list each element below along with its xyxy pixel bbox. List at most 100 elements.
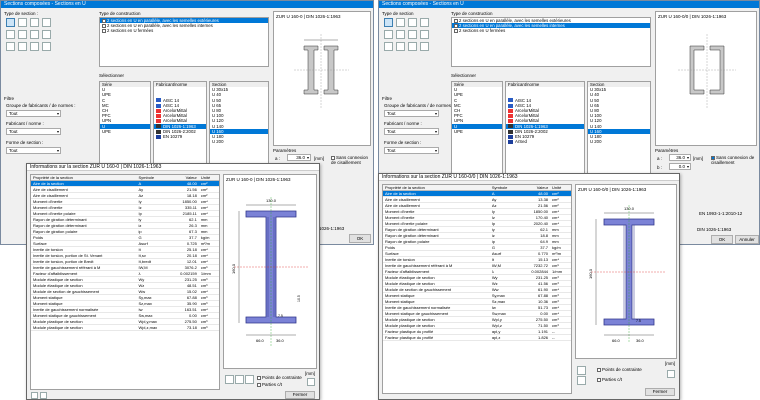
manufacturer-item[interactable]: EN 10279	[154, 134, 206, 139]
axis-tool[interactable]	[245, 375, 254, 384]
params-label: Paramètres	[273, 148, 297, 153]
hollow-tool[interactable]	[420, 42, 429, 51]
left-info-title: Informations sur la section ZUR U 160-0 …	[27, 164, 319, 171]
dim-left: 66.0	[612, 338, 621, 343]
serie-item[interactable]: UPE	[452, 129, 502, 134]
manufacturer-list[interactable]: Fabricant/norme AISC 14 AISC 14 ArcelorM…	[153, 81, 207, 171]
right-info-dialog: Informations sur la section ZUR U 160-0/…	[378, 173, 680, 400]
left-properties-table: Propriété de la section Symbole Valeur U…	[30, 174, 220, 390]
box-tool[interactable]	[18, 30, 27, 39]
i-section-tool[interactable]	[6, 18, 15, 27]
angle-tool[interactable]	[6, 30, 15, 39]
select-label: Sélectionner	[99, 73, 125, 78]
section-item[interactable]: U 200	[210, 139, 268, 144]
fabricant-select[interactable]: Tout	[384, 128, 439, 135]
property-unit: --	[550, 334, 571, 341]
print-icon[interactable]	[40, 392, 47, 399]
preview-drawing	[678, 34, 736, 109]
dim-top: 130.0	[266, 198, 277, 203]
dimension-tool[interactable]	[577, 376, 586, 385]
channel-tool[interactable]	[42, 18, 51, 27]
star-angle-tool[interactable]	[18, 42, 27, 51]
right-properties-table: Propriété de la section Symbole Valeur U…	[382, 184, 572, 394]
angle-tool[interactable]	[384, 30, 393, 39]
manufacturer-item[interactable]: ArSed	[506, 139, 584, 144]
property-row[interactable]: Module plastique de section Wpl,z,max 73.1…	[31, 324, 219, 331]
annuler-button[interactable]: Annuler	[735, 235, 759, 244]
left-info-dialog: Informations sur la section ZUR U 160-0 …	[26, 163, 320, 400]
b-input[interactable]: 0.0	[669, 163, 691, 170]
tube-tool[interactable]	[30, 30, 39, 39]
zoom-icon[interactable]	[307, 378, 315, 386]
parties-checkbox[interactable]: Parties c/t	[257, 382, 282, 387]
fabricant-select[interactable]: Tout	[6, 128, 61, 135]
box-tool[interactable]	[396, 30, 405, 39]
assembly-option[interactable]: 2 sections en U fermées	[452, 28, 650, 33]
forme-label: Forme de section :	[6, 140, 44, 145]
serie-list[interactable]: Série U UPE C MC CH PFC UPN U UPE	[451, 81, 503, 176]
sans-connexion-checkbox[interactable]: Sans connexion de cisaillement	[331, 155, 373, 165]
section-type-label: Type de section :	[4, 11, 39, 16]
property-symbol: αpl,z	[489, 334, 520, 341]
t-section-tool[interactable]	[408, 18, 417, 27]
section-type-toolbar	[6, 18, 91, 78]
parties-checkbox[interactable]: Parties c/t	[597, 377, 622, 382]
double-i-tool[interactable]	[396, 18, 405, 27]
view-tool[interactable]	[225, 375, 234, 384]
group-select[interactable]: Tout	[384, 110, 439, 117]
channel-tool[interactable]	[420, 18, 429, 27]
right-info-title: Informations sur la section ZUR U 160-0/…	[379, 174, 679, 181]
dimension-tool[interactable]	[235, 375, 244, 384]
double-i-tool[interactable]	[18, 18, 27, 27]
params-label: Paramètres	[655, 148, 679, 153]
ok-button[interactable]: OK	[711, 235, 733, 244]
t-section-tool[interactable]	[30, 18, 39, 27]
section-list[interactable]: Section U 30x15 U 40 U 50 U 65 U 80 U 10…	[209, 81, 269, 171]
help-icon[interactable]	[31, 392, 38, 399]
assembly-list[interactable]: 2 sections en U en parallèle, avec les s…	[451, 17, 651, 67]
cross-tool[interactable]	[408, 42, 417, 51]
plate-tool[interactable]	[42, 30, 51, 39]
section-list[interactable]: Section U 30x15 U 40 U 50 U 65 U 80 U 10…	[587, 81, 651, 176]
preview-label: ZUR U 160-0/0 | DIN 1026-1:1963	[658, 14, 727, 19]
preview-label: ZUR U 160-0 | DIN 1026-1:1963	[276, 14, 341, 19]
a-label: a :	[657, 156, 663, 161]
points-checkbox[interactable]: Points de contrainte	[257, 375, 302, 380]
preview-drawing	[294, 34, 349, 109]
hollow-tool[interactable]	[42, 42, 51, 51]
serie-list[interactable]: Série U UPE C MC CH PFC UPN U UPE	[99, 81, 151, 171]
i-section-tool[interactable]	[384, 18, 393, 27]
property-unit: cm³	[198, 324, 219, 331]
ok-button[interactable]: OK	[349, 234, 371, 243]
sans-connexion-checkbox[interactable]: Sans connexion de cisaillement	[711, 155, 757, 165]
b-label: b :	[657, 165, 663, 170]
double-channel-tool[interactable]	[384, 42, 393, 51]
fermer-button[interactable]: Fermer	[285, 391, 315, 399]
points-checkbox[interactable]: Points de contrainte	[597, 367, 642, 372]
a-input[interactable]: 36.0	[287, 154, 311, 161]
assembly-list[interactable]: 2 sections en U en parallèle, avec les s…	[99, 17, 269, 67]
dim-web: 7.5	[278, 314, 283, 318]
group-select[interactable]: Tout	[6, 110, 61, 117]
section-item[interactable]: U 200	[588, 139, 650, 144]
section-preview: ZUR U 160-0 | DIN 1026-1:1963	[273, 11, 371, 146]
dim-side: 160.0	[231, 263, 236, 274]
double-channel-tool[interactable]	[6, 42, 15, 51]
star-angle-tool[interactable]	[396, 42, 405, 51]
forme-select[interactable]: Tout	[384, 147, 439, 154]
left-section-name: ZUR U 160-0 | DIN 1026-1:1963	[226, 177, 291, 182]
serie-item[interactable]: UPE	[100, 129, 150, 134]
property-row[interactable]: Facteur plastique du profilé αpl,z 1.826 --	[383, 334, 571, 341]
plate-tool[interactable]	[420, 30, 429, 39]
zoom-icon[interactable]	[667, 370, 675, 378]
fermer-button[interactable]: Fermer	[645, 388, 675, 396]
manufacturer-list[interactable]: Fabricant/norme AISC 14 AISC 14 ArcelorM…	[505, 81, 585, 176]
view-tool[interactable]	[577, 366, 586, 375]
dim-web: 7.5	[636, 319, 641, 323]
dim-side: 160.0	[588, 268, 593, 279]
a-input[interactable]: 36.0	[669, 154, 691, 161]
assembly-option[interactable]: 2 sections en U fermées	[100, 28, 268, 33]
forme-select[interactable]: Tout	[6, 147, 61, 154]
cross-tool[interactable]	[30, 42, 39, 51]
tube-tool[interactable]	[408, 30, 417, 39]
